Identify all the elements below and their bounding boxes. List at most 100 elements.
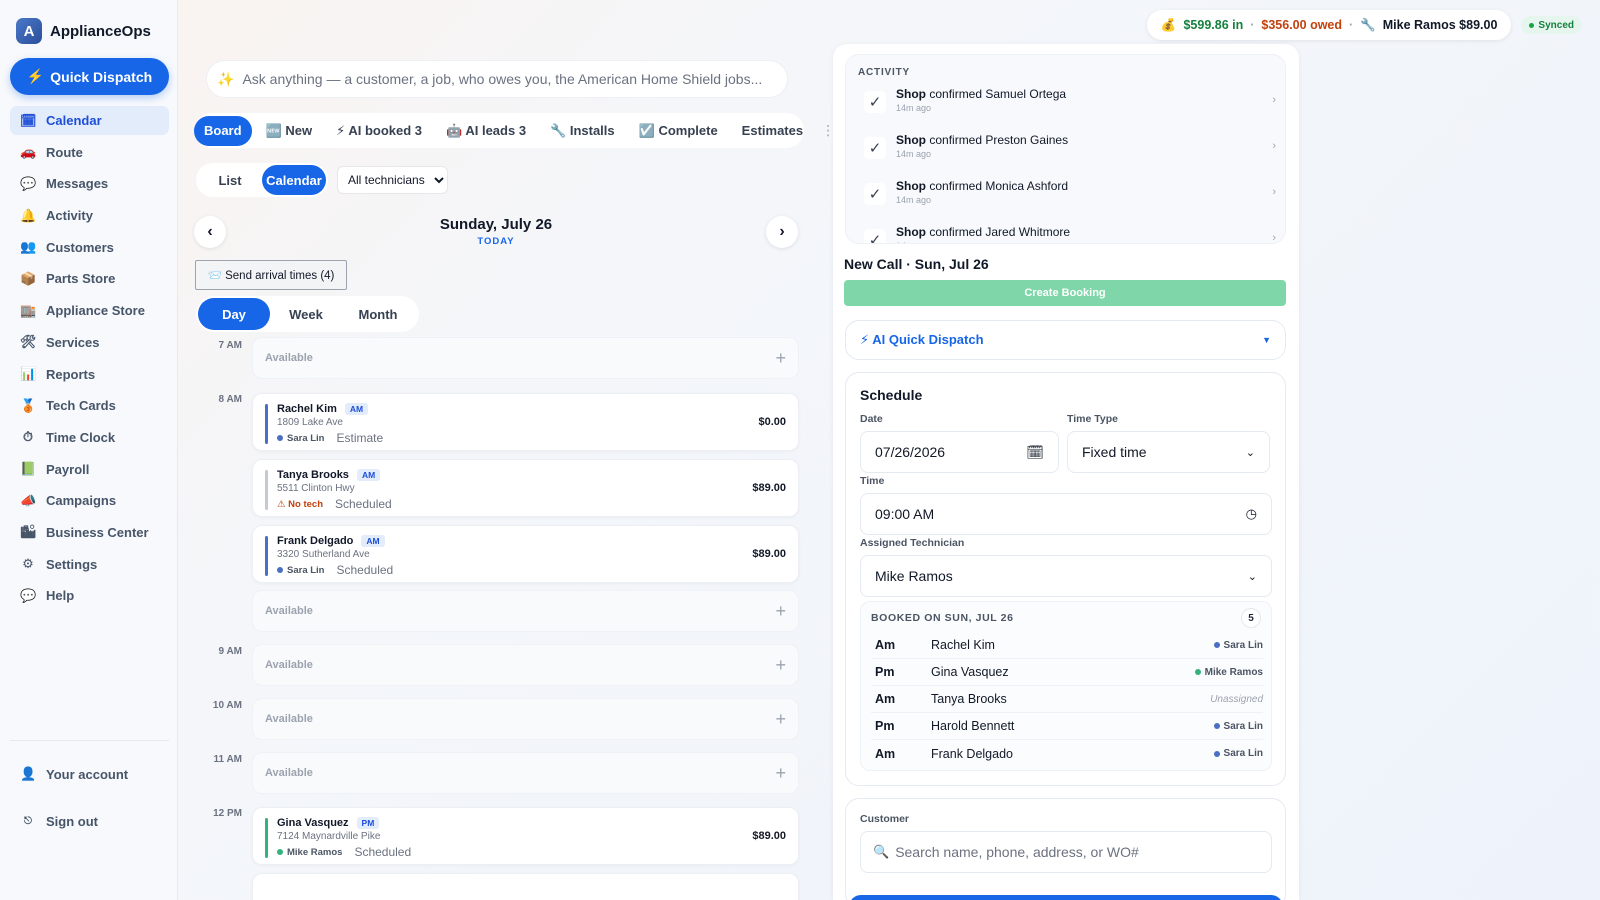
sidebar-item-messages[interactable]: 💬 Messages [10, 169, 169, 198]
sidebar-item-business-center[interactable]: 🏙 Business Center [10, 518, 169, 547]
tech-earnings: Mike Ramos $89.00 [1382, 18, 1498, 32]
booked-row[interactable]: Am Frank Delgado Sara Lin [871, 740, 1263, 767]
job-card[interactable]: Frank Delgado AM 3320 Sutherland Ave Sara L… [252, 525, 799, 583]
job-status: Scheduled [335, 497, 392, 511]
assigned-technician-select[interactable]: Mike Ramos ⌄ [860, 555, 1272, 597]
board-tab-2[interactable]: ⚡ AI booked 3 [326, 116, 432, 146]
sidebar-item-parts-store[interactable]: 📦 Parts Store [10, 264, 169, 293]
plus-icon[interactable]: + [775, 655, 786, 676]
list-view-tab[interactable]: List [198, 165, 262, 195]
cityscape-icon: 🏙 [20, 524, 37, 540]
booked-list: BOOKED ON SUN, JUL 26 5 Am Rachel Kim Sara… [860, 601, 1272, 771]
sidebar-item-label: Route [46, 144, 83, 160]
customer-section: Customer 🔍 [845, 798, 1286, 900]
ask-input[interactable] [242, 71, 773, 87]
board-tab-0[interactable]: Board [194, 115, 252, 146]
sidebar-item-appliance-store[interactable]: 🏬 Appliance Store [10, 296, 169, 325]
calendar-view-tab[interactable]: Calendar [262, 165, 326, 195]
available-slot[interactable]: Available + [252, 644, 799, 686]
booked-row[interactable]: Pm Gina Vasquez Mike Ramos [871, 659, 1263, 686]
sidebar-item-route[interactable]: 🚗 Route [10, 138, 169, 167]
sign-out-link[interactable]: ⎋ Sign out [20, 814, 98, 829]
sidebar-item-calendar[interactable]: 🗓 Calendar [10, 106, 169, 135]
available-slot[interactable]: Available + [252, 752, 799, 794]
sidebar-item-customers[interactable]: 👥 Customers [10, 233, 169, 262]
booked-time-window: Am [875, 692, 896, 706]
activity-item[interactable]: ✓ Shop confirmed Samuel Ortega 14m ago › [864, 87, 1276, 123]
sidebar-item-reports[interactable]: 📊 Reports [10, 360, 169, 389]
create-booking-button[interactable]: Create Booking [844, 280, 1286, 306]
sidebar-item-campaigns[interactable]: 📣 Campaigns [10, 486, 169, 515]
board-tab-3[interactable]: 🤖 AI leads 3 [436, 116, 536, 146]
activity-item[interactable]: ✓ Shop confirmed Monica Ashford 14m ago › [864, 179, 1276, 215]
date-title: Sunday, July 26 [439, 216, 553, 233]
tech-color-dot [277, 849, 283, 855]
customer-search[interactable]: 🔍 [860, 831, 1272, 873]
primary-action-bar[interactable] [849, 895, 1283, 900]
plus-icon[interactable]: + [775, 348, 786, 369]
booked-row[interactable]: Am Rachel Kim Sara Lin [871, 632, 1263, 659]
booked-row[interactable]: Am Tanya Brooks Unassigned [871, 686, 1263, 713]
send-arrival-times-button[interactable]: 📨 Send arrival times (4) [195, 260, 347, 290]
activity-action: confirmed Samuel Ortega [929, 87, 1067, 101]
month-range-tab[interactable]: Month [342, 298, 414, 330]
sidebar-item-tech-cards[interactable]: 🥉 Tech Cards [10, 391, 169, 420]
board-tab-1[interactable]: 🆕 New [256, 116, 323, 146]
sidebar-item-time-clock[interactable]: ⏱ Time Clock [10, 423, 169, 452]
booked-time-window: Am [875, 638, 896, 652]
sidebar-item-help[interactable]: 💬 Help [10, 581, 169, 610]
medal-icon: 🥉 [20, 397, 37, 413]
activity-item[interactable]: ✓ Shop confirmed Jared Whitmore 14m ago › [864, 225, 1276, 243]
today-label[interactable]: TODAY [396, 236, 596, 247]
plus-icon[interactable]: + [775, 709, 786, 730]
sidebar-item-label: Activity [46, 208, 93, 224]
sidebar-divider [10, 740, 169, 741]
lightning-icon: ⚡ [26, 68, 45, 84]
job-card[interactable] [252, 873, 799, 900]
chevron-down-icon: ⌄ [1247, 570, 1257, 583]
tech-color-dot [1194, 669, 1201, 675]
job-status-bar [265, 536, 268, 576]
plus-icon[interactable]: + [775, 601, 786, 622]
next-day-button[interactable]: › [766, 216, 798, 248]
plus-icon[interactable]: + [775, 763, 786, 784]
previous-day-button[interactable]: ‹ [194, 216, 226, 248]
technician-filter-select[interactable]: All technicians [337, 166, 448, 194]
customer-label: Customer [860, 813, 910, 825]
car-icon: 🚗 [20, 144, 37, 160]
board-tab-6[interactable]: Estimates [732, 116, 813, 146]
activity-action: confirmed Monica Ashford [929, 179, 1069, 193]
job-card[interactable]: Rachel Kim AM 1809 Lake Ave Sara Lin Estimat… [252, 393, 799, 451]
job-card[interactable]: Tanya Brooks AM 5511 Clinton Hwy ⚠ No tech S… [252, 459, 799, 517]
available-slot[interactable]: Available + [252, 698, 799, 740]
brand[interactable]: A ApplianceOps [16, 18, 151, 44]
week-range-tab[interactable]: Week [270, 298, 342, 330]
board-tab-5[interactable]: ☑️ Complete [629, 116, 728, 146]
ask-bar[interactable]: ✨ [206, 60, 788, 98]
available-slot[interactable]: Available + [252, 337, 799, 379]
job-card[interactable]: Gina Vasquez PM 7124 Maynardville Pike Mike… [252, 807, 799, 865]
sidebar-item-services[interactable]: 🛠 Services [10, 328, 169, 357]
booked-row[interactable]: Pm Harold Bennett Sara Lin [871, 713, 1263, 740]
board-tab-4[interactable]: 🔧 Installs [540, 116, 625, 146]
sidebar-item-activity[interactable]: 🔔 Activity [10, 201, 169, 230]
bell-icon: 🔔 [20, 207, 37, 223]
job-technician-name: Sara Lin [287, 432, 325, 444]
activity-action: confirmed Preston Gaines [929, 133, 1069, 147]
time-type-label: Time Type [1067, 413, 1118, 425]
money-summary[interactable]: 💰 $599.86 in · $356.00 owed · 🔧 Mike Ram… [1146, 10, 1512, 40]
activity-item[interactable]: ✓ Shop confirmed Preston Gaines 14m ago › [864, 133, 1276, 169]
customer-search-input[interactable] [895, 844, 1256, 860]
sidebar-item-settings[interactable]: ⚙ Settings [10, 550, 169, 579]
ai-quick-dispatch-toggle[interactable]: ⚡ AI Quick Dispatch ▼ [845, 320, 1286, 360]
day-range-tab[interactable]: Day [198, 298, 270, 330]
sidebar-item-payroll[interactable]: 📗 Payroll [10, 455, 169, 484]
date-field[interactable]: 07/26/2026 🗓 [860, 431, 1059, 473]
time-field[interactable]: 09:00 AM ◷ [860, 493, 1272, 535]
time-type-select[interactable]: Fixed time ⌄ [1067, 431, 1270, 473]
your-account-link[interactable]: 👤 Your account [20, 766, 128, 782]
top-bar: 💰 $599.86 in · $356.00 owed · 🔧 Mike Ram… [1146, 10, 1582, 40]
available-slot[interactable]: Available + [252, 590, 799, 632]
package-icon: 📦 [20, 270, 37, 286]
quick-dispatch-button[interactable]: ⚡ Quick Dispatch [10, 58, 169, 95]
